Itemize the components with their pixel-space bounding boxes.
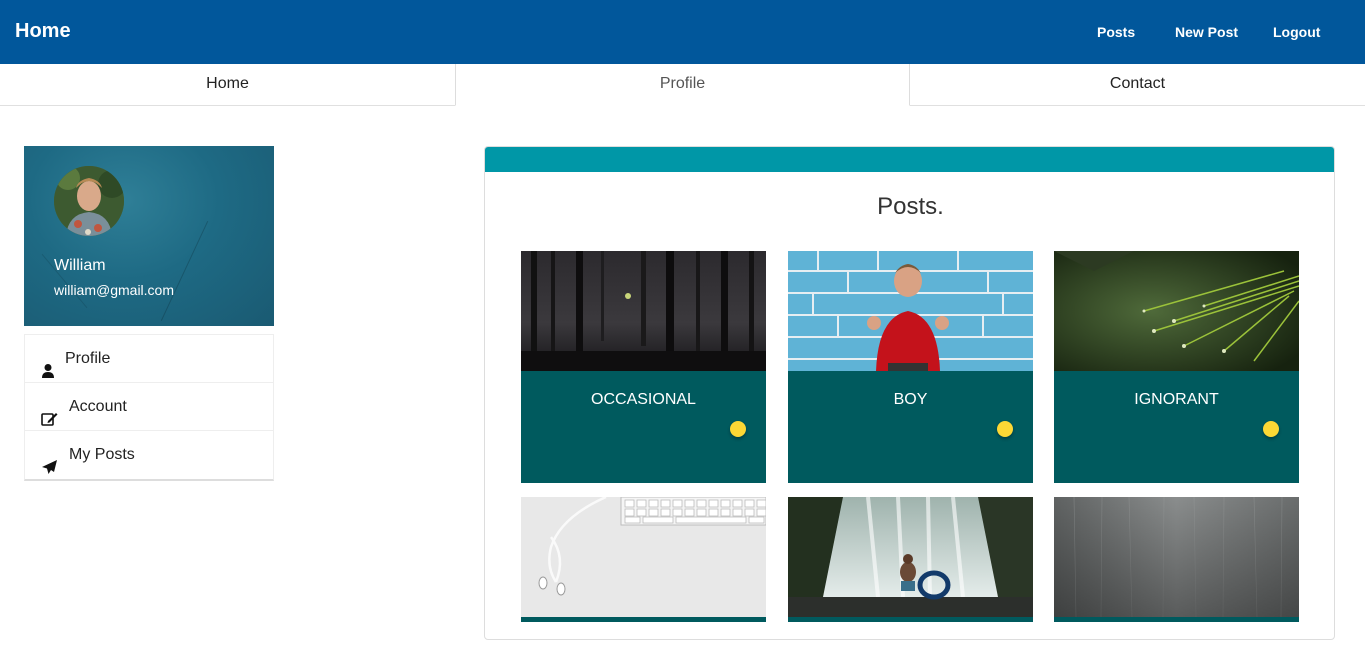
post-title: BOY: [893, 391, 928, 408]
panel-header-bar: [485, 147, 1334, 172]
post-card[interactable]: IGNORANT: [1054, 251, 1299, 483]
post-title: OCCASIONAL: [591, 391, 696, 408]
post-title: IGNORANT: [1134, 391, 1219, 408]
post-image: [788, 497, 1033, 617]
background-texture: [160, 220, 209, 322]
edit-icon: [41, 399, 58, 426]
tab-profile[interactable]: Profile: [455, 64, 910, 106]
post-body: [521, 617, 766, 622]
tab-home[interactable]: Home: [0, 64, 455, 106]
profile-card: William william@gmail.com: [24, 146, 274, 326]
post-card[interactable]: OCCASIONAL: [521, 251, 766, 483]
brand-home-link[interactable]: Home: [15, 20, 71, 43]
tab-bar: Home Profile Contact: [0, 64, 1365, 106]
user-email: william@gmail.com: [54, 282, 175, 298]
post-body: OCCASIONAL: [521, 371, 766, 483]
user-name: William: [54, 257, 106, 274]
post-action-dot[interactable]: [1263, 421, 1279, 437]
paper-plane-icon: [41, 447, 57, 474]
tab-contact[interactable]: Contact: [910, 64, 1365, 106]
post-image: [521, 497, 766, 617]
post-image: [521, 251, 766, 371]
post-body: IGNORANT: [1054, 371, 1299, 483]
post-body: BOY: [788, 371, 1033, 483]
post-body: [788, 617, 1033, 622]
post-action-dot[interactable]: [997, 421, 1013, 437]
top-navbar: Home Posts New Post Logout: [0, 0, 1365, 64]
user-icon: [41, 351, 57, 378]
post-image: [788, 251, 1033, 371]
menu-item-my-posts[interactable]: My Posts: [25, 431, 273, 479]
nav-logout-link[interactable]: Logout: [1273, 24, 1320, 40]
nav-posts-link[interactable]: Posts: [1097, 24, 1135, 40]
side-menu: Profile Account My Posts: [24, 334, 274, 481]
post-action-dot[interactable]: [730, 421, 746, 437]
post-card[interactable]: BOY: [788, 251, 1033, 483]
post-card[interactable]: [788, 497, 1033, 622]
post-card[interactable]: [521, 497, 766, 622]
menu-item-label: Account: [69, 398, 127, 415]
post-image: [1054, 251, 1299, 371]
post-image: [1054, 497, 1299, 617]
menu-item-account[interactable]: Account: [25, 383, 273, 431]
menu-item-profile[interactable]: Profile: [25, 335, 273, 383]
nav-new-post-link[interactable]: New Post: [1175, 24, 1238, 40]
panel-title: Posts.: [877, 193, 944, 220]
post-card[interactable]: [1054, 497, 1299, 622]
menu-item-label: My Posts: [69, 446, 135, 463]
posts-panel: Posts. OCCASIONAL BOY IGNORANT: [484, 146, 1335, 640]
menu-item-label: Profile: [65, 350, 111, 367]
avatar: [54, 166, 124, 236]
post-body: [1054, 617, 1299, 622]
